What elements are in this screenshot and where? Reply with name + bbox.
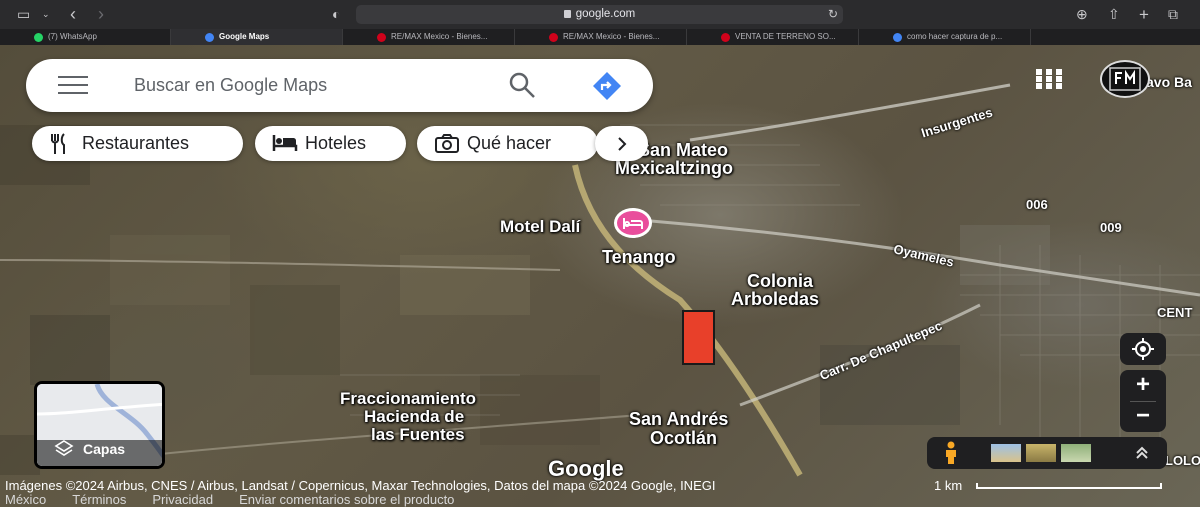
privacy-link[interactable]: Privacidad	[152, 492, 213, 507]
back-icon[interactable]: ‹	[70, 0, 76, 29]
imagery-attribution: Imágenes ©2024 Airbus, CNES / Airbus, La…	[5, 478, 716, 493]
place-label-san-andres[interactable]: San Andrés	[629, 410, 728, 428]
fork-knife-icon	[51, 133, 65, 154]
tab-bar: (7) WhatsApp Google Maps RE/MAX Mexico - B…	[0, 29, 1200, 45]
tab-favicon-icon	[377, 33, 386, 42]
camera-icon	[435, 134, 459, 153]
share-icon[interactable]: ⇧	[1108, 0, 1120, 29]
zoom-in-button[interactable]: +	[1120, 370, 1166, 401]
tab-label: RE/MAX Mexico - Bienes...	[391, 32, 488, 41]
tab-label: RE/MAX Mexico - Bienes...	[563, 32, 660, 41]
imagery-thumbnail-2[interactable]	[1026, 444, 1056, 462]
browser-tab[interactable]: Google Maps	[171, 29, 343, 45]
directions-icon[interactable]	[591, 70, 623, 102]
reload-icon[interactable]: ↻	[828, 0, 838, 29]
scale-label[interactable]: 1 km	[934, 478, 962, 493]
chevron-down-icon[interactable]: ⌄	[42, 0, 50, 29]
forward-icon[interactable]: ›	[98, 0, 104, 29]
property-marker[interactable]	[682, 310, 715, 365]
tab-favicon-icon	[893, 33, 902, 42]
place-label-tenango[interactable]: Tenango	[602, 248, 676, 266]
chip-label: Restaurantes	[82, 133, 190, 153]
scale-bar	[976, 483, 1162, 489]
zoom-controls: + −	[1120, 370, 1166, 432]
poi-label-motel[interactable]: Motel Dalí	[500, 218, 580, 235]
chip-things-to-do[interactable]: Qué hacer	[417, 126, 598, 161]
bed-icon	[272, 135, 298, 151]
browser-tab[interactable]: VENTA DE TERRENO SO...	[687, 29, 859, 45]
place-label-avo-ba: avo Ba	[1146, 74, 1192, 90]
tab-overview-icon[interactable]: ⧉	[1168, 0, 1178, 29]
layers-icon	[54, 440, 74, 456]
chip-label: Qué hacer	[467, 133, 552, 153]
country-link[interactable]: México	[5, 492, 46, 507]
place-label-colonia[interactable]: Colonia	[747, 272, 813, 290]
place-label-lolo: LOLO	[1165, 453, 1200, 468]
menu-icon[interactable]	[58, 76, 88, 96]
terms-link[interactable]: Términos	[72, 492, 126, 507]
place-label-cent: CENT	[1157, 305, 1193, 320]
avatar-logo-icon	[1109, 67, 1141, 91]
chevron-right-icon	[618, 137, 627, 151]
chip-hotels[interactable]: Hoteles	[255, 126, 406, 161]
address-bar[interactable]: google.com	[356, 5, 843, 24]
download-icon[interactable]: ⊕	[1076, 0, 1088, 29]
expand-up-icon[interactable]	[1135, 446, 1149, 460]
tab-favicon-icon	[721, 33, 730, 42]
block-label-009: 009	[1100, 220, 1122, 235]
tab-favicon-icon	[549, 33, 558, 42]
layers-button[interactable]: Capas	[34, 381, 165, 469]
tab-label: Google Maps	[219, 32, 270, 41]
search-input[interactable]: Buscar en Google Maps	[134, 75, 327, 96]
tab-label: (7) WhatsApp	[48, 32, 97, 41]
lock-icon	[563, 10, 571, 18]
place-label-hacienda[interactable]: Hacienda de	[364, 408, 464, 425]
tab-label: VENTA DE TERRENO SO...	[735, 32, 836, 41]
pegman-icon[interactable]	[943, 441, 959, 465]
my-location-button[interactable]	[1120, 333, 1166, 365]
zoom-out-button[interactable]: −	[1120, 401, 1166, 432]
place-label-san-mateo[interactable]: San Mateo	[638, 141, 728, 159]
block-label-006: 006	[1026, 197, 1048, 212]
place-label-fraccionamiento[interactable]: Fraccionamiento	[340, 390, 476, 407]
tab-label: como hacer captura de p...	[907, 32, 1003, 41]
tab-favicon-icon	[205, 33, 214, 42]
place-label-mexicaltzingo[interactable]: Mexicaltzingo	[615, 159, 733, 177]
browser-tab[interactable]: RE/MAX Mexico - Bienes...	[515, 29, 687, 45]
privacy-shield-icon[interactable]: ◐	[332, 0, 340, 29]
browser-toolbar: ▭ ⌄ ‹ › ◐ google.com ↻ ⊕ ⇧ + ⧉	[0, 0, 1200, 29]
browser-tab[interactable]: como hacer captura de p...	[859, 29, 1031, 45]
street-view-tray	[927, 437, 1167, 469]
new-tab-icon[interactable]: +	[1139, 0, 1149, 29]
layers-label: Capas	[83, 441, 126, 457]
chips-next-button[interactable]	[595, 126, 648, 161]
chip-label: Hoteles	[305, 133, 367, 153]
hotel-pin-icon[interactable]	[614, 208, 652, 238]
footer-links: México Términos Privacidad Enviar comentari…	[5, 492, 480, 507]
url-text: google.com	[575, 8, 636, 20]
browser-tab[interactable]: (7) WhatsApp	[0, 29, 171, 45]
apps-grid-icon[interactable]	[1036, 69, 1064, 89]
tab-favicon-icon	[34, 33, 43, 42]
search-box[interactable]: Buscar en Google Maps	[26, 59, 653, 112]
crosshair-icon	[1132, 338, 1154, 360]
chip-restaurants[interactable]: Restaurantes	[32, 126, 243, 161]
imagery-thumbnail-3[interactable]	[1061, 444, 1091, 462]
feedback-link[interactable]: Enviar comentarios sobre el producto	[239, 492, 454, 507]
browser-tab[interactable]: RE/MAX Mexico - Bienes...	[343, 29, 515, 45]
place-label-ocotlan[interactable]: Ocotlán	[650, 429, 717, 447]
sidebar-icon[interactable]: ▭	[17, 0, 30, 29]
place-label-arboledas[interactable]: Arboledas	[731, 290, 819, 308]
imagery-thumbnail-1[interactable]	[991, 444, 1021, 462]
search-icon[interactable]	[508, 71, 536, 99]
place-label-fuentes[interactable]: las Fuentes	[371, 426, 465, 443]
account-avatar[interactable]	[1100, 60, 1150, 98]
